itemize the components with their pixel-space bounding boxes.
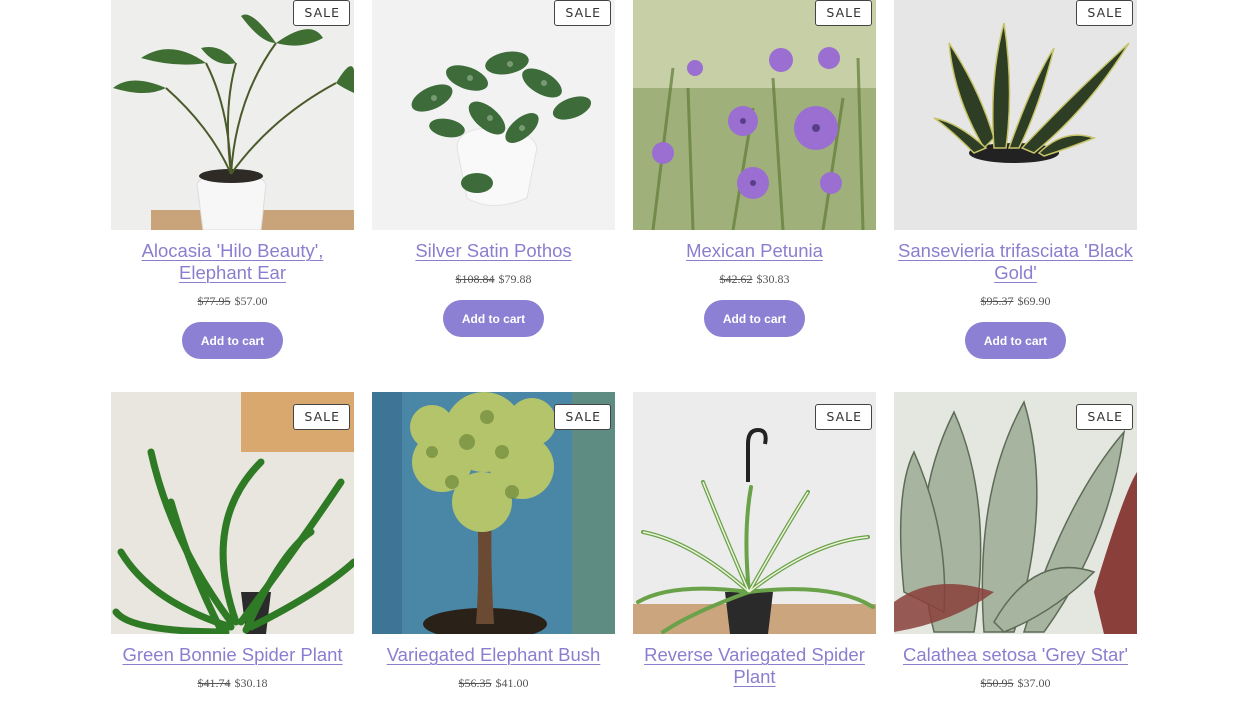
- product-title[interactable]: Sansevieria trifasciata 'Black Gold': [894, 240, 1137, 284]
- product-image[interactable]: SALE: [633, 0, 876, 230]
- original-price: $108.84: [455, 272, 495, 286]
- sale-badge: SALE: [1076, 0, 1133, 26]
- sale-price: $41.00: [495, 676, 529, 690]
- sale-badge: SALE: [815, 0, 872, 26]
- add-to-cart-button[interactable]: Add to cart: [443, 300, 544, 337]
- product-title[interactable]: Calathea setosa 'Grey Star': [894, 644, 1137, 666]
- product-card: SALE Reverse Variegated Spider Plant: [633, 392, 876, 702]
- sale-badge: SALE: [554, 404, 611, 430]
- product-card: SALE Calathea setosa 'Grey Star' $50.95 $…: [894, 392, 1137, 702]
- sale-price: $30.83: [756, 272, 790, 286]
- sale-price: $79.88: [498, 272, 532, 286]
- add-to-cart-button[interactable]: Add to cart: [965, 322, 1066, 359]
- sale-price: $30.18: [234, 676, 268, 690]
- product-image[interactable]: SALE: [894, 392, 1137, 634]
- add-to-cart-button[interactable]: Add to cart: [704, 300, 805, 337]
- product-image[interactable]: SALE: [633, 392, 876, 634]
- product-price: $41.74 $30.18: [198, 676, 268, 691]
- product-price: $95.37 $69.90: [981, 294, 1051, 309]
- product-title[interactable]: Reverse Variegated Spider Plant: [633, 644, 876, 688]
- product-title[interactable]: Alocasia 'Hilo Beauty', Elephant Ear: [111, 240, 354, 284]
- sale-badge: SALE: [293, 0, 350, 26]
- product-title[interactable]: Variegated Elephant Bush: [372, 644, 615, 666]
- add-to-cart-button[interactable]: Add to cart: [182, 322, 283, 359]
- original-price: $50.95: [980, 676, 1014, 690]
- original-price: $77.95: [197, 294, 231, 308]
- alocasia-plant-photo: [111, 0, 354, 230]
- product-card: SALE Variegated Elephant Bush $56.35 $41.…: [372, 392, 615, 702]
- product-image[interactable]: SALE: [372, 392, 615, 634]
- original-price: $95.37: [980, 294, 1014, 308]
- sale-price: $69.90: [1017, 294, 1051, 308]
- petunia-flowers-photo: [633, 0, 876, 230]
- product-image[interactable]: SALE: [372, 0, 615, 230]
- product-card: SALE Silver Satin Pothos $108.84 $79.88 A…: [372, 0, 615, 392]
- product-grid: SALE Alocasia 'Hilo Beauty', Elephant Ea…: [111, 0, 1137, 702]
- original-price: $42.62: [719, 272, 753, 286]
- sale-badge: SALE: [293, 404, 350, 430]
- product-price: $56.35 $41.00: [459, 676, 529, 691]
- sale-badge: SALE: [815, 404, 872, 430]
- original-price: $56.35: [458, 676, 492, 690]
- product-price: $77.95 $57.00: [198, 294, 268, 309]
- product-price: $108.84 $79.88: [456, 272, 532, 287]
- product-card: SALE Sansevieria trifasciata 'Black Gold…: [894, 0, 1137, 392]
- product-price: $42.62 $30.83: [720, 272, 790, 287]
- sansevieria-plant-photo: [894, 0, 1137, 230]
- pothos-plant-photo: [372, 0, 615, 230]
- sale-badge: SALE: [1076, 404, 1133, 430]
- sale-price: $37.00: [1017, 676, 1051, 690]
- product-card: SALE Alocasia 'Hilo Beauty', Elephant Ea…: [111, 0, 354, 392]
- product-price: $50.95 $37.00: [981, 676, 1051, 691]
- product-card: SALE Green Bonnie Spider Plant $41.74 $30…: [111, 392, 354, 702]
- sale-price: $57.00: [234, 294, 268, 308]
- sale-badge: SALE: [554, 0, 611, 26]
- original-price: $41.74: [197, 676, 231, 690]
- product-image[interactable]: SALE: [111, 0, 354, 230]
- product-card: SALE Mexican Petunia $42.62 $30.83 Add to…: [633, 0, 876, 392]
- product-title[interactable]: Silver Satin Pothos: [372, 240, 615, 262]
- product-image[interactable]: SALE: [111, 392, 354, 634]
- product-title[interactable]: Green Bonnie Spider Plant: [111, 644, 354, 666]
- product-title[interactable]: Mexican Petunia: [633, 240, 876, 262]
- product-image[interactable]: SALE: [894, 0, 1137, 230]
